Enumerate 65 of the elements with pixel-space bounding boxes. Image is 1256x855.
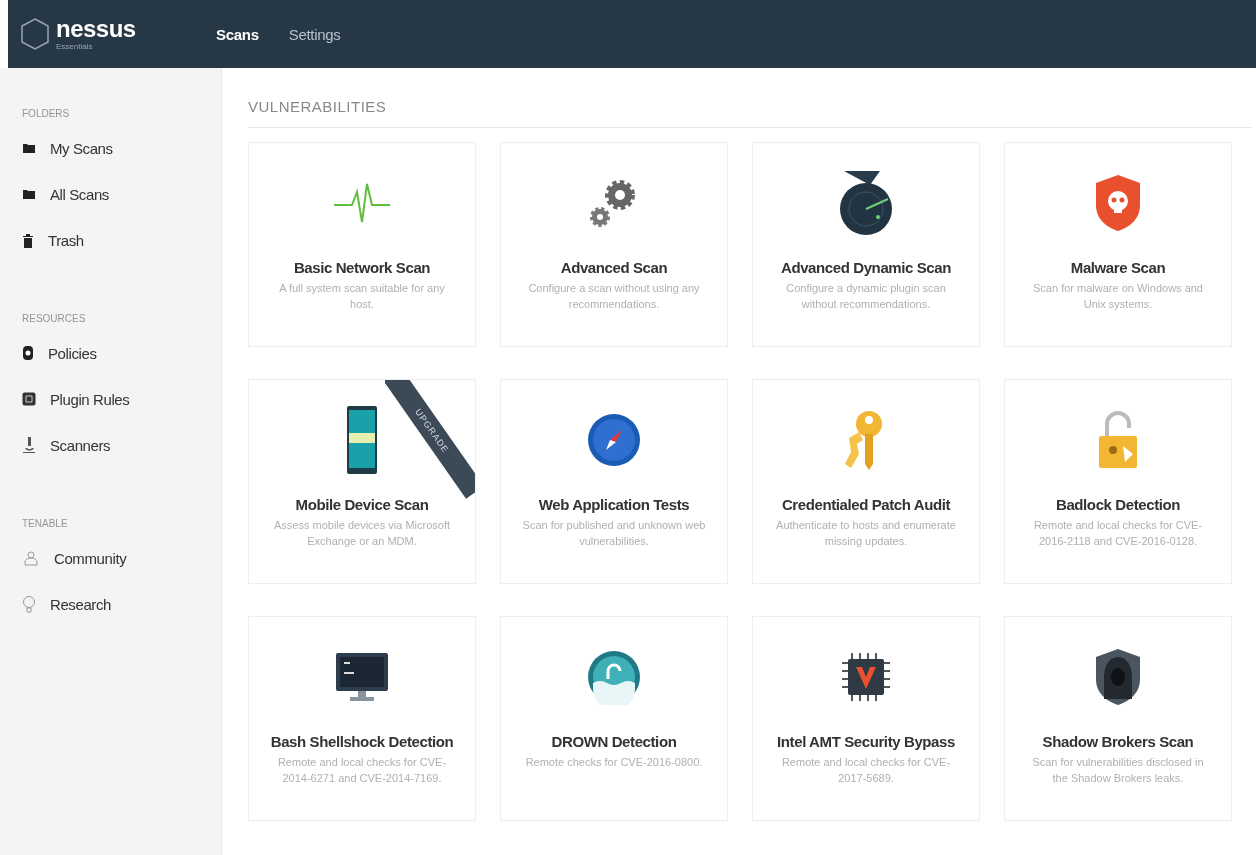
people-icon (22, 550, 40, 566)
nav-tab[interactable]: Settings (288, 25, 341, 43)
shield-icon (22, 345, 34, 361)
sidebar-heading: RESOURCES (22, 313, 87, 324)
card-description: Scan for malware on Windows and Unix systems. (1032, 281, 1204, 312)
sidebar-item[interactable]: Scanners (22, 422, 221, 468)
plugin-icon (22, 392, 36, 406)
card-description: Remote and local checks for CVE-2016-2118 and CVE-2016-0128. (1032, 518, 1204, 549)
shield-skull-icon (1093, 173, 1143, 233)
card-description: Authenticate to hosts and enumerate missing updates. (775, 518, 957, 549)
scan-template-card[interactable]: Badlock Detection Remote and local checks for CVE-2016-2118 and CVE-2016-0128. (1004, 379, 1232, 584)
scan-template-card[interactable]: Basic Network Scan A full system scan suitable for any host. (248, 142, 476, 347)
card-description: Remote and local checks for CVE-2017-5689. (780, 755, 952, 786)
card-description: Remote checks for CVE-2016-0800. (524, 755, 704, 770)
card-title: Web Application Tests (538, 496, 690, 513)
sidebar-item[interactable]: Trash (22, 217, 221, 263)
sidebar-item[interactable]: Research (22, 581, 221, 627)
trash-icon (22, 232, 34, 248)
nav-tab[interactable]: Scans (216, 25, 259, 43)
card-title: Advanced Dynamic Scan (781, 259, 951, 276)
card-title: Credentialed Patch Audit (781, 496, 951, 513)
drowning-lock-icon (586, 649, 642, 705)
logo-name: nessus (56, 17, 136, 41)
card-title: Advanced Scan (560, 259, 668, 276)
lightbulb-icon (22, 595, 36, 613)
card-description: Assess mobile devices via Microsoft Exchange or an MDM. (272, 518, 452, 549)
compass-icon (586, 412, 642, 468)
section-title: VULNERABILITIES (248, 98, 1252, 128)
sidebar-heading: FOLDERS (22, 108, 71, 119)
scan-template-card[interactable]: Intel AMT Security Bypass Remote and local checks for CVE-2017-5689. (752, 616, 980, 821)
scan-template-card[interactable]: Shadow Brokers Scan Scan for vulnerabilities disclosed in the Shadow Brokers leaks. (1004, 616, 1232, 821)
scan-template-card[interactable]: DROWN Detection Remote checks for CVE-2016-0800. (500, 616, 728, 821)
card-description: Scan for vulnerabilities disclosed in the Shadow Brokers leaks. (1031, 755, 1205, 786)
folder-icon (22, 142, 36, 154)
card-title: Badlock Detection (1055, 496, 1181, 513)
card-title: Intel AMT Security Bypass (777, 733, 955, 750)
mobile-phone-icon (346, 405, 378, 475)
scan-template-card[interactable]: Bash Shellshock Detection Remote and local checks for CVE-2014-6271 and CVE-2014-7169. (248, 616, 476, 821)
sidebar-item[interactable]: Plugin Rules (22, 376, 221, 422)
logo-icon (18, 17, 52, 51)
card-title: Bash Shellshock Detection (270, 733, 454, 750)
card-description: Configure a dynamic plugin scan without recommendations. (785, 281, 947, 312)
sidebar-heading: TENABLE (22, 518, 69, 529)
sidebar-item[interactable]: Policies (22, 330, 221, 376)
hooded-figure-icon (1093, 647, 1143, 707)
scan-template-card[interactable]: Advanced Scan Configure a scan without using any recommendations. (500, 142, 728, 347)
card-title: Mobile Device Scan (295, 496, 429, 513)
scan-template-card[interactable]: Web Application Tests Scan for published and unknown web vulnerabilities. (500, 379, 728, 584)
card-title: Basic Network Scan (293, 259, 431, 276)
card-title: Shadow Brokers Scan (1042, 733, 1194, 750)
scan-template-card[interactable]: Advanced Dynamic Scan Configure a dynamic plugin scan without recommendations. (752, 142, 980, 347)
card-description: A full system scan suitable for any host. (278, 281, 446, 312)
sidebar-item[interactable]: All Scans (22, 171, 221, 217)
card-title: Malware Scan (1070, 259, 1166, 276)
sidebar-item[interactable]: Community (22, 535, 221, 581)
scan-template-card[interactable]: Malware Scan Scan for malware on Windows and Unix systems. (1004, 142, 1232, 347)
card-title: DROWN Detection (551, 733, 677, 750)
logo-edition: Essentials (56, 43, 94, 51)
folder-icon (22, 188, 36, 200)
card-description: Remote and local checks for CVE-2014-6271 and CVE-2014-7169. (276, 755, 448, 786)
radar-icon (838, 169, 894, 237)
sidebar-item[interactable]: My Scans (22, 125, 221, 171)
card-description: Scan for published and unknown web vulnerabilities. (521, 518, 707, 549)
scan-template-card[interactable]: Credentialed Patch Audit Authenticate to hosts and enumerate missing updates. (752, 379, 980, 584)
card-description: Configure a scan without using any recommendations. (527, 281, 701, 312)
